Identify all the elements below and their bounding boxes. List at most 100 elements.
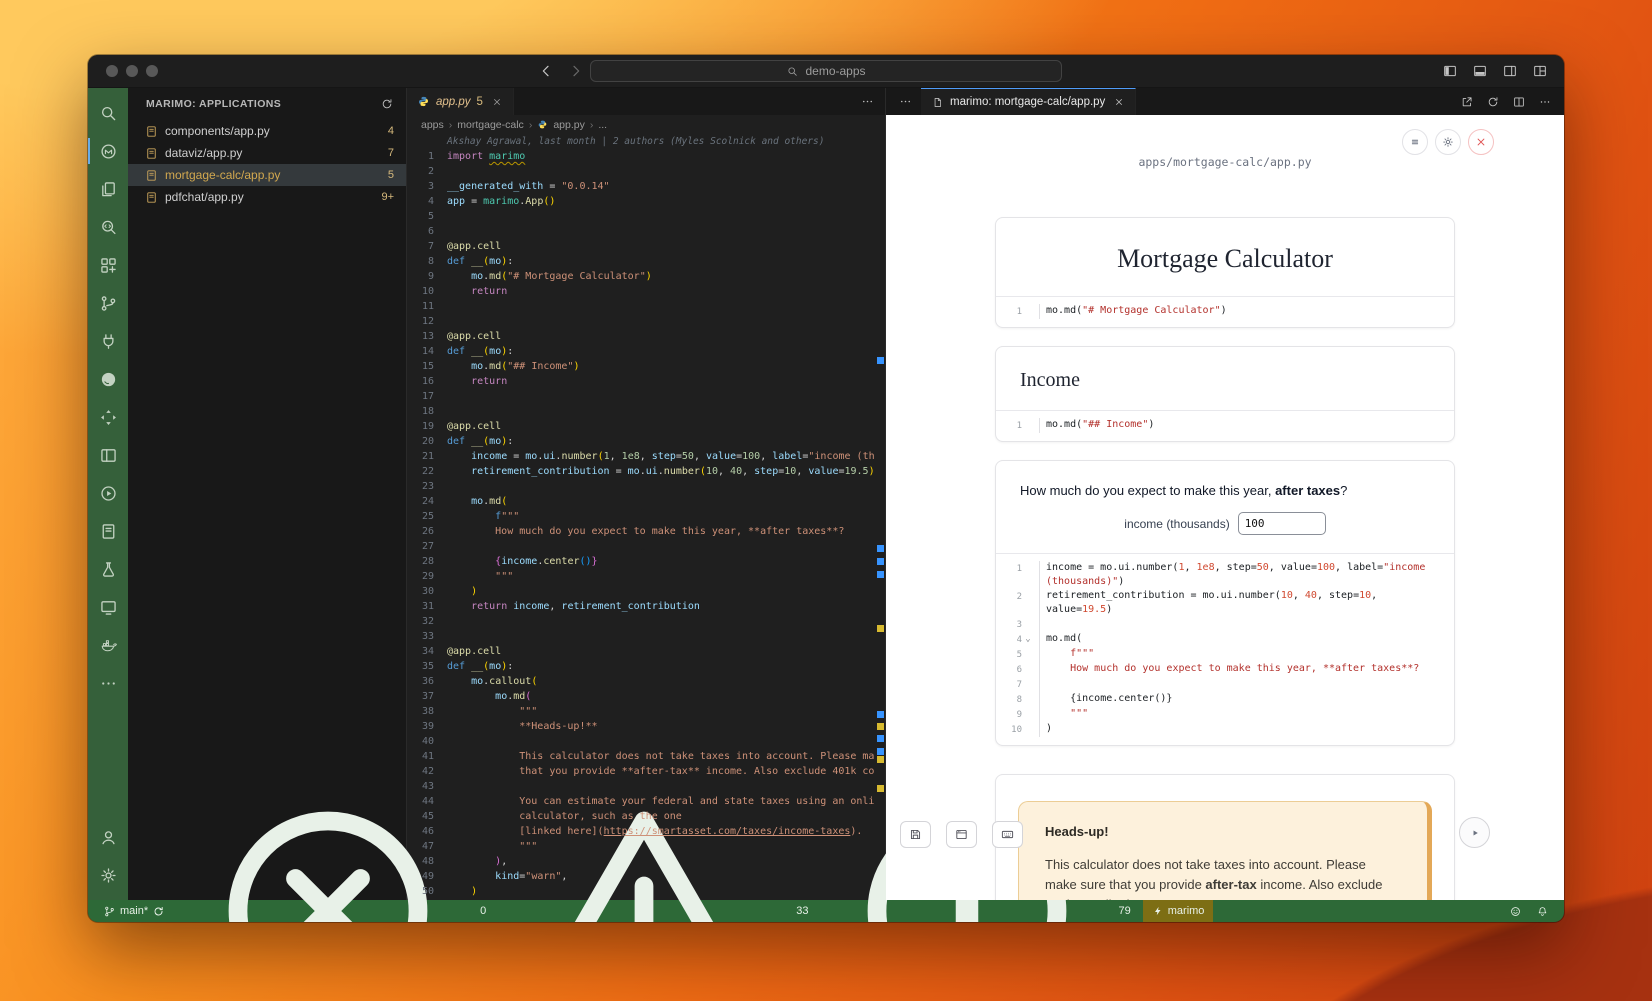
code-editor[interactable]: Akshay Agrawal, last month | 2 authors (… [407,134,885,900]
open-external-icon[interactable] [1460,95,1474,109]
code-line[interactable]: 25 f""" [407,509,875,524]
activity-bar-item-symbols-icon[interactable] [88,246,128,284]
close-window-button[interactable] [106,65,118,77]
activity-bar-item-layout-icon[interactable] [88,436,128,474]
code-line[interactable]: 20def __(mo): [407,434,875,449]
activity-bar-item-files-icon[interactable] [88,170,128,208]
code-line[interactable]: 37 mo.md( [407,689,875,704]
code-line[interactable]: 41 This calculator does not take taxes i… [407,749,875,764]
code-line[interactable]: 18 [407,404,875,419]
file-row-mortgage-calc/app.py[interactable]: mortgage-calc/app.py5 [128,164,406,186]
command-center-search[interactable]: demo-apps [590,60,1062,82]
code-line[interactable]: 22 retirement_contribution = mo.ui.numbe… [407,464,875,479]
close-tab-icon[interactable] [491,96,503,108]
marimo-shutdown-button[interactable] [1468,129,1494,155]
code-line[interactable]: 9 mo.md("# Mortgage Calculator") [407,269,875,284]
code-line[interactable]: 19@app.cell [407,419,875,434]
income-number-input[interactable] [1238,512,1326,535]
code-line[interactable]: 40 [407,734,875,749]
code-line[interactable]: 46 [linked here](https://smartasset.com/… [407,824,875,839]
activity-bar-item-screen-icon[interactable] [88,588,128,626]
file-row-components/app.py[interactable]: components/app.py4 [128,120,406,142]
code-line[interactable]: 27 [407,539,875,554]
code-line[interactable]: 39 **Heads-up!** [407,719,875,734]
code-line[interactable]: 24 mo.md( [407,494,875,509]
code-line[interactable]: 14def __(mo): [407,344,875,359]
cell-code[interactable]: 1income = mo.ui.number(1, 1e8, step=50, … [996,554,1454,745]
code-line[interactable]: 32 [407,614,875,629]
breadcrumb-item[interactable]: app.py [553,119,585,131]
run-cells-button[interactable] [1459,817,1490,848]
code-line[interactable]: 21 income = mo.ui.number(1, 1e8, step=50… [407,449,875,464]
code-line[interactable]: 35def __(mo): [407,659,875,674]
activity-bar-item-remote-icon[interactable] [88,398,128,436]
activity-bar-item-account-icon[interactable] [88,818,128,856]
marimo-status-item[interactable]: marimo [1143,900,1214,922]
code-line[interactable]: 47 """ [407,839,875,854]
code-line[interactable]: 1import marimo [407,149,875,164]
code-line[interactable]: 49 kind="warn", [407,869,875,884]
code-line[interactable]: 4app = marimo.App() [407,194,875,209]
code-line[interactable]: 6 [407,224,875,239]
activity-bar-item-code-search-icon[interactable] [88,208,128,246]
breadcrumb[interactable]: apps›mortgage-calc›app.py›... [407,115,885,134]
forward-icon[interactable] [568,63,584,79]
marimo-settings-button[interactable] [1435,129,1461,155]
code-line[interactable]: 43 [407,779,875,794]
reload-preview-icon[interactable] [1486,95,1500,109]
breadcrumb-item[interactable]: apps [421,119,444,131]
overview-ruler[interactable] [875,134,885,900]
code-line[interactable]: 13@app.cell [407,329,875,344]
activity-bar-item-notebook-icon[interactable] [88,512,128,550]
code-line[interactable]: 31 return income, retirement_contributio… [407,599,875,614]
tabbar-lead-overflow[interactable] [886,88,921,115]
tab-app-py[interactable]: app.py 5 [407,88,514,115]
code-line[interactable]: 44 You can estimate your federal and sta… [407,794,875,809]
activity-bar-item-gear-icon[interactable] [88,856,128,894]
cell-code[interactable]: 1mo.md("# Mortgage Calculator") [996,297,1454,327]
activity-bar-item-docker-icon[interactable] [88,626,128,664]
code-line[interactable]: 23 [407,479,875,494]
keyboard-shortcuts-button[interactable] [992,821,1023,848]
save-button[interactable] [900,821,931,848]
code-line[interactable]: 16 return [407,374,875,389]
minimize-window-button[interactable] [126,65,138,77]
git-branch-item[interactable]: main* [98,900,170,922]
breadcrumb-item[interactable]: ... [598,119,607,131]
tab-marimo-preview[interactable]: marimo: mortgage-calc/app.py [921,88,1136,115]
file-row-pdfchat/app.py[interactable]: pdfchat/app.py9+ [128,186,406,208]
code-line[interactable]: 5 [407,209,875,224]
code-line[interactable]: 12 [407,314,875,329]
more-actions-icon[interactable] [1538,95,1552,109]
activity-bar-item-plug-icon[interactable] [88,322,128,360]
code-line[interactable]: 36 mo.callout( [407,674,875,689]
activity-bar-item-marimo-icon[interactable] [88,132,128,170]
feedback-item[interactable] [1504,905,1527,918]
code-line[interactable]: 7@app.cell [407,239,875,254]
close-tab-icon[interactable] [1113,96,1125,108]
zoom-window-button[interactable] [146,65,158,77]
back-icon[interactable] [538,63,554,79]
code-line[interactable]: 33 [407,629,875,644]
toggle-secondary-sidebar-icon[interactable] [1502,63,1518,79]
code-line[interactable]: 38 """ [407,704,875,719]
code-line[interactable]: 11 [407,299,875,314]
code-line[interactable]: 28 {income.center()} [407,554,875,569]
open-app-button[interactable] [946,821,977,848]
customize-layout-icon[interactable] [1532,63,1548,79]
toggle-panel-icon[interactable] [1472,63,1488,79]
code-line[interactable]: 48 ), [407,854,875,869]
split-editor-icon[interactable] [1512,95,1526,109]
breadcrumb-item[interactable]: mortgage-calc [457,119,524,131]
activity-bar-item-search-icon[interactable] [88,94,128,132]
code-line[interactable]: 3__generated_with = "0.0.14" [407,179,875,194]
cell-code[interactable]: 1mo.md("## Income") [996,411,1454,441]
code-line[interactable]: 29 """ [407,569,875,584]
code-line[interactable]: 8def __(mo): [407,254,875,269]
activity-bar-item-run-icon[interactable] [88,474,128,512]
code-line[interactable]: 50 ) [407,884,875,899]
code-line[interactable]: 42 that you provide **after-tax** income… [407,764,875,779]
code-line[interactable]: 34@app.cell [407,644,875,659]
notifications-item[interactable] [1531,905,1554,918]
activity-bar-item-source-control-icon[interactable] [88,284,128,322]
